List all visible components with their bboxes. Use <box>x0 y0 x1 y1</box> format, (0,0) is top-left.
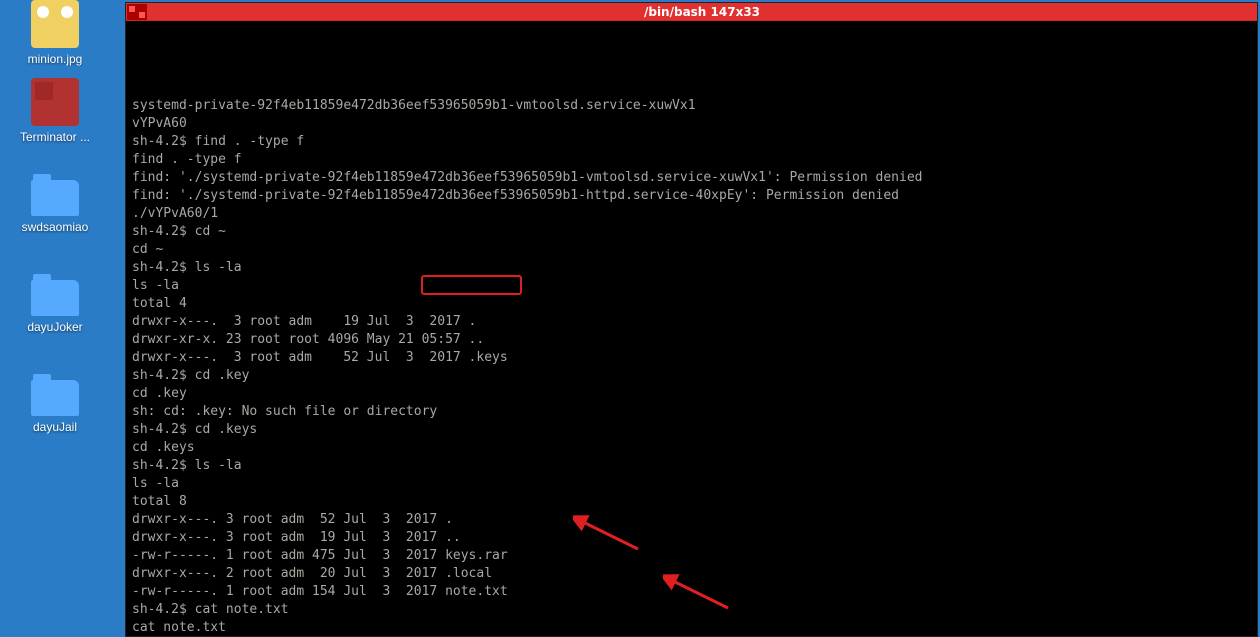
desktop-icon-minion[interactable]: minion.jpg <box>5 0 105 66</box>
system-menu-icon[interactable] <box>127 4 147 20</box>
terminal-line: sh: cd: .key: No such file or directory <box>132 403 1251 421</box>
terminal-line: sh-4.2$ cat note.txt <box>132 601 1251 619</box>
desktop-area: minion.jpg Terminator ... swdsaomiao day… <box>0 0 110 637</box>
terminal-line: sh-4.2$ cd .key <box>132 367 1251 385</box>
terminal-line: cd .keys <box>132 439 1251 457</box>
desktop-icon-dayujail[interactable]: dayuJail <box>5 374 105 434</box>
terminal-line: sh-4.2$ cd ~ <box>132 223 1251 241</box>
terminal-line: vYPvA60 <box>132 115 1251 133</box>
terminal-line: total 4 <box>132 295 1251 313</box>
desktop-icon-label: Terminator ... <box>5 130 105 144</box>
desktop-icon-label: swdsaomiao <box>5 220 105 234</box>
terminal-line: drwxr-x---. 2 root adm 20 Jul 3 2017 .lo… <box>132 565 1251 583</box>
terminal-line: cd .key <box>132 385 1251 403</box>
terminal-line: sh-4.2$ ls -la <box>132 259 1251 277</box>
desktop-icon-label: minion.jpg <box>5 52 105 66</box>
terminal-line: sh-4.2$ find . -type f <box>132 133 1251 151</box>
desktop-icon-label: dayuJail <box>5 420 105 434</box>
terminal-line: ls -la <box>132 277 1251 295</box>
terminal-output[interactable]: systemd-private-92f4eb11859e472db36eef53… <box>126 21 1257 636</box>
terminal-line: drwxr-x---. 3 root adm 19 Jul 3 2017 . <box>132 313 1251 331</box>
terminal-line: ./vYPvA60/1 <box>132 205 1251 223</box>
window-title: /bin/bash 147x33 <box>147 5 1257 19</box>
folder-icon <box>31 380 79 416</box>
terminal-line: ls -la <box>132 475 1251 493</box>
terminal-line: -rw-r-----. 1 root adm 154 Jul 3 2017 no… <box>132 583 1251 601</box>
terminal-app-icon <box>31 78 79 126</box>
terminal-line: drwxr-xr-x. 23 root root 4096 May 21 05:… <box>132 331 1251 349</box>
terminal-line: systemd-private-92f4eb11859e472db36eef53… <box>132 97 1251 115</box>
terminal-line: find: './systemd-private-92f4eb11859e472… <box>132 187 1251 205</box>
terminal-line: find: './systemd-private-92f4eb11859e472… <box>132 169 1251 187</box>
desktop-icon-label: dayuJoker <box>5 320 105 334</box>
terminal-line: drwxr-x---. 3 root adm 52 Jul 3 2017 .ke… <box>132 349 1251 367</box>
terminal-window[interactable]: /bin/bash 147x33 systemd-private-92f4eb1… <box>125 2 1258 637</box>
desktop-icon-dayujoker[interactable]: dayuJoker <box>5 274 105 334</box>
folder-icon <box>31 180 79 216</box>
terminal-line: cat note.txt <box>132 619 1251 636</box>
terminal-line: drwxr-x---. 3 root adm 52 Jul 3 2017 . <box>132 511 1251 529</box>
desktop-icon-terminator[interactable]: Terminator ... <box>5 78 105 144</box>
titlebar[interactable]: /bin/bash 147x33 <box>126 3 1257 21</box>
terminal-line: -rw-r-----. 1 root adm 475 Jul 3 2017 ke… <box>132 547 1251 565</box>
terminal-line: sh-4.2$ cd .keys <box>132 421 1251 439</box>
terminal-line: drwxr-x---. 3 root adm 19 Jul 3 2017 .. <box>132 529 1251 547</box>
terminal-line: total 8 <box>132 493 1251 511</box>
terminal-line: cd ~ <box>132 241 1251 259</box>
terminal-line: sh-4.2$ ls -la <box>132 457 1251 475</box>
folder-icon <box>31 280 79 316</box>
terminal-line: find . -type f <box>132 151 1251 169</box>
desktop-icon-swdsaomiao[interactable]: swdsaomiao <box>5 174 105 234</box>
image-file-icon <box>31 0 79 48</box>
